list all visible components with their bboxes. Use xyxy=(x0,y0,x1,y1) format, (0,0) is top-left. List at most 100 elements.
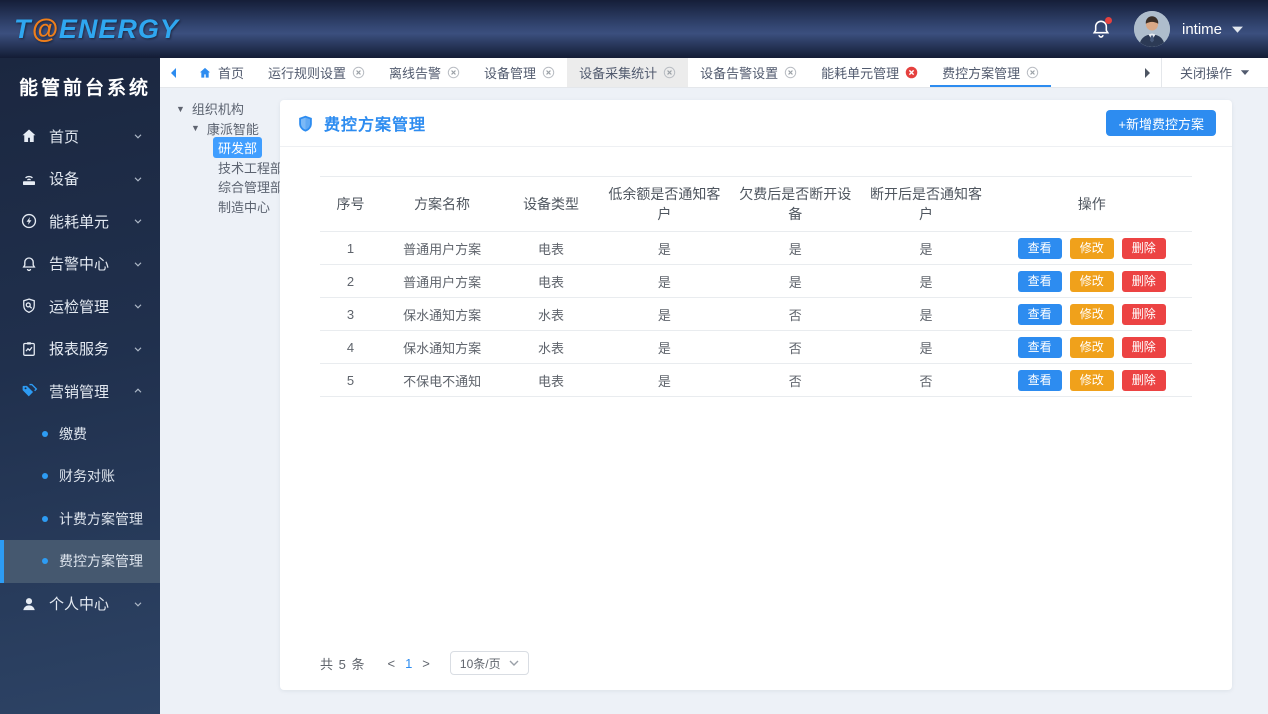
sidebar-item-personal-center[interactable]: 个人中心 xyxy=(0,583,160,626)
tabs-scroll-left-icon[interactable] xyxy=(160,58,186,87)
tab-energy-unit-mgmt[interactable]: 能耗单元管理 xyxy=(809,58,930,87)
table-cell: 普通用户方案 xyxy=(381,231,504,265)
pagination-next-icon[interactable]: > xyxy=(422,656,430,671)
fee-control-plans-table: 序号 方案名称 设备类型 低余额是否通知客户 欠费后是否断开设备 断开后是否通知客户 操作 … xyxy=(320,176,1192,397)
sidebar-item-label: 告警中心 xyxy=(49,256,110,274)
table-cell: 是 xyxy=(599,297,730,331)
tab-close-icon[interactable] xyxy=(542,66,555,79)
sidebar-item-alarm-center[interactable]: 告警中心 xyxy=(0,243,160,286)
tab-device-collect-stats[interactable]: 设备采集统计 xyxy=(567,58,689,87)
sidebar-item-energy-unit[interactable]: 能耗单元 xyxy=(0,200,160,243)
edit-button[interactable]: 修改 xyxy=(1069,303,1114,325)
sidebar-item-report[interactable]: 报表服务 xyxy=(0,328,160,371)
tree-leaf-label: 综合管理部 xyxy=(218,180,284,196)
table-row: 5 不保电不通知 电表是否否查看 修改 删除 xyxy=(320,363,1192,397)
tree-leaf-label: 制造中心 xyxy=(218,199,271,215)
edit-button[interactable]: 修改 xyxy=(1069,270,1114,292)
pagination-prev-icon[interactable]: < xyxy=(387,656,395,671)
app-header: T@ENERGY intime xyxy=(0,0,1268,58)
total-count: 共 5 条 xyxy=(320,656,366,672)
tab-run-rule-settings[interactable]: 运行规则设置 xyxy=(256,58,377,87)
view-button[interactable]: 查看 xyxy=(1017,369,1062,391)
view-button[interactable]: 查看 xyxy=(1017,237,1062,259)
tab-label: 运行规则设置 xyxy=(268,66,347,81)
tree-node-manufacturing[interactable]: 制造中心 xyxy=(176,197,288,217)
sidebar-subitem-fee-control-plan-mgmt[interactable]: 费控方案管理 xyxy=(0,540,160,583)
sidebar-item-marketing[interactable]: 营销管理 xyxy=(0,370,160,413)
delete-button[interactable]: 删除 xyxy=(1121,369,1166,391)
tab-close-icon[interactable] xyxy=(447,66,460,79)
notification-bell-icon[interactable] xyxy=(1090,17,1112,40)
table-cell: 是 xyxy=(599,231,730,265)
user-icon xyxy=(20,595,38,613)
sidebar-subitem-label: 缴费 xyxy=(59,425,87,442)
tree-expand-icon[interactable]: ▼ xyxy=(191,123,200,133)
table-head: 序号 方案名称 设备类型 低余额是否通知客户 欠费后是否断开设备 断开后是否通知客户 操作 xyxy=(320,176,1192,232)
tab-close-icon[interactable] xyxy=(784,66,797,79)
tabs-scroll-right-icon[interactable] xyxy=(1135,58,1161,87)
sidebar: 能管前台系统 首页 设备 能耗单元 告警中心 运检管理 报表服务 营销管理 缴费 财务对账 计费方… xyxy=(0,58,160,714)
tab-close-icon[interactable] xyxy=(905,66,918,79)
bullet-icon xyxy=(42,430,48,437)
table-cell: 是 xyxy=(860,297,992,331)
tree-node-tech-eng-dept[interactable]: 技术工程部 xyxy=(176,158,288,178)
logo-t: T xyxy=(14,13,32,44)
tab-close-icon[interactable] xyxy=(663,66,676,79)
chevron-down-icon xyxy=(132,130,144,142)
table-cell: 是 xyxy=(860,264,992,298)
table-cell: 水表 xyxy=(503,330,600,364)
tab-fee-control-plan-mgmt[interactable]: 费控方案管理 xyxy=(930,58,1052,87)
delete-button[interactable]: 删除 xyxy=(1121,237,1166,259)
chevron-down-icon xyxy=(132,173,144,185)
card-header: 费控方案管理 +新增费控方案 xyxy=(280,100,1232,147)
delete-button[interactable]: 删除 xyxy=(1121,336,1166,358)
sidebar-subitem-billing-plan-mgmt[interactable]: 计费方案管理 xyxy=(0,498,160,541)
tree-node-company[interactable]: ▼ 康派智能 xyxy=(176,119,288,139)
tree-leaf-label: 研发部 xyxy=(213,137,263,159)
delete-button[interactable]: 删除 xyxy=(1121,270,1166,292)
tree-node-general-mgmt[interactable]: 综合管理部 xyxy=(176,177,288,197)
edit-button[interactable]: 修改 xyxy=(1069,369,1114,391)
tab-close-icon[interactable] xyxy=(352,66,365,79)
tree-expand-icon[interactable]: ▼ xyxy=(176,104,185,114)
sidebar-item-label: 首页 xyxy=(49,128,80,146)
sidebar-item-device[interactable]: 设备 xyxy=(0,158,160,201)
delete-button[interactable]: 删除 xyxy=(1121,303,1166,325)
tab-label: 离线告警 xyxy=(389,66,442,81)
close-operations-dropdown[interactable]: 关闭操作 xyxy=(1160,58,1268,87)
user-menu-caret-icon[interactable] xyxy=(1231,25,1244,34)
sidebar-subitem-finance-reconcile[interactable]: 财务对账 xyxy=(0,455,160,498)
tab-bar: 首页 运行规则设置 离线告警 设备管理 设备采集统计 设备告警设置 能耗单元管理 费控方案管理… xyxy=(160,58,1268,88)
pagination-page-1[interactable]: 1 xyxy=(405,656,412,671)
notification-badge xyxy=(1104,17,1112,24)
add-fee-control-plan-button[interactable]: +新增费控方案 xyxy=(1106,110,1216,136)
table-cell: 2 xyxy=(320,264,382,298)
table-cell: 是 xyxy=(860,231,992,265)
user-avatar[interactable] xyxy=(1133,11,1170,47)
sidebar-item-label: 营销管理 xyxy=(49,383,110,401)
table-row: 2 普通用户方案 电表是是是查看 修改 删除 xyxy=(320,264,1192,298)
edit-button[interactable]: 修改 xyxy=(1069,336,1114,358)
tab-label: 设备采集统计 xyxy=(579,66,658,81)
tree-node-org-root[interactable]: ▼ 组织机构 xyxy=(176,99,288,119)
logo-energy: ENERGY xyxy=(58,13,179,44)
tree-node-rd-dept[interactable]: 研发部 xyxy=(176,137,288,159)
page-size-select[interactable]: 10条/页 xyxy=(449,651,529,675)
username[interactable]: intime xyxy=(1182,21,1222,38)
tab-device-mgmt[interactable]: 设备管理 xyxy=(472,58,567,87)
close-operations-label: 关闭操作 xyxy=(1179,66,1232,81)
edit-button[interactable]: 修改 xyxy=(1069,237,1114,259)
table-cell: 保水通知方案 xyxy=(381,297,504,331)
tab-device-alarm-settings[interactable]: 设备告警设置 xyxy=(688,58,809,87)
tab-home[interactable]: 首页 xyxy=(186,58,256,87)
tab-close-icon[interactable] xyxy=(1026,66,1039,79)
table-body: 1 普通用户方案 电表是是是查看 修改 删除 2 普通用户方案 电表是是是查看 修改 删除 3 保水通… xyxy=(320,231,1192,397)
tab-offline-alarm[interactable]: 离线告警 xyxy=(377,58,472,87)
view-button[interactable]: 查看 xyxy=(1017,270,1062,292)
view-button[interactable]: 查看 xyxy=(1017,303,1062,325)
table-cell: 电表 xyxy=(503,363,600,397)
view-button[interactable]: 查看 xyxy=(1017,336,1062,358)
sidebar-subitem-payment[interactable]: 缴费 xyxy=(0,413,160,456)
sidebar-item-inspection[interactable]: 运检管理 xyxy=(0,285,160,328)
sidebar-item-home[interactable]: 首页 xyxy=(0,115,160,158)
